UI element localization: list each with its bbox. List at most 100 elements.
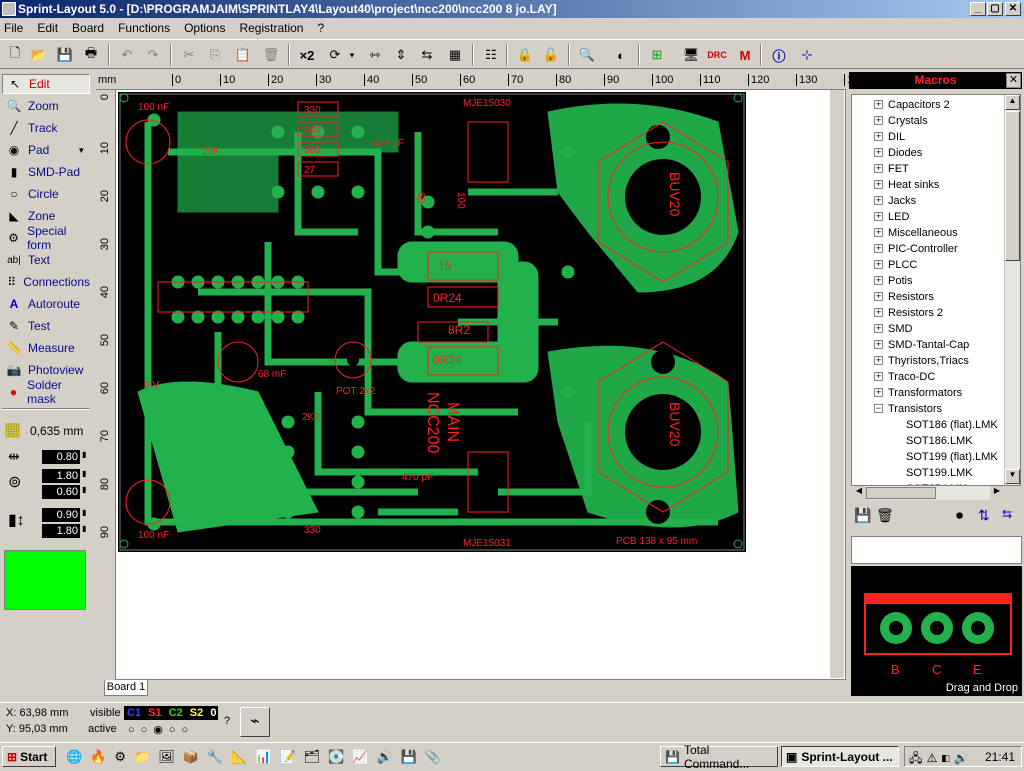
minimize-button[interactable]: _	[970, 2, 986, 16]
task-sprint-layout[interactable]: ▣ Sprint-Layout ...	[781, 746, 899, 767]
expand-icon[interactable]: +	[874, 260, 883, 269]
copy-icon[interactable]: ⎘	[204, 44, 226, 66]
tool-autoroute[interactable]: A Autoroute	[2, 294, 90, 314]
macro-folder[interactable]: + PIC-Controller	[852, 241, 1007, 257]
delete-icon[interactable]: 🗑	[260, 44, 282, 66]
tool-special-form[interactable]: ⚙ Special form	[2, 224, 90, 252]
open-folder-icon[interactable]: 📂	[28, 44, 50, 66]
menu-help[interactable]: ?	[317, 21, 324, 35]
expand-icon[interactable]: +	[874, 372, 883, 381]
macro-folder[interactable]: + Resistors	[852, 289, 1007, 305]
pad-inner-spin[interactable]: ▮	[82, 485, 86, 494]
macro-record-icon[interactable]: ⏺	[956, 507, 963, 524]
tool-solder-mask[interactable]: ● Solder mask	[2, 378, 90, 406]
macro-folder[interactable]: + Resistors 2	[852, 305, 1007, 321]
expand-icon[interactable]: +	[874, 212, 883, 221]
macro-file[interactable]: SOT199 (flat).LMK	[906, 449, 998, 465]
expand-icon[interactable]: +	[874, 228, 883, 237]
tool-connections[interactable]: ⠿ Connections	[2, 272, 90, 292]
grid-icon[interactable]: ▦	[4, 420, 24, 440]
start-button[interactable]: ⊞ Start	[2, 746, 56, 767]
macro-delete-icon[interactable]: 🗑	[876, 507, 894, 524]
autoroute-icon[interactable]: ⊞	[646, 44, 668, 66]
macro-save-icon[interactable]: 💾	[854, 507, 871, 524]
group-icon[interactable]: ▦	[444, 44, 466, 66]
menu-board[interactable]: Board	[72, 21, 104, 35]
tool-pad[interactable]: ◉ Pad ▼	[2, 140, 90, 160]
expand-icon[interactable]: +	[874, 388, 883, 397]
expand-icon[interactable]: +	[874, 324, 883, 333]
menu-file[interactable]: File	[4, 21, 23, 35]
properties-icon[interactable]: ☷	[480, 44, 502, 66]
scroll-thumb[interactable]	[1005, 111, 1020, 261]
smd-width-field[interactable]: 0.90	[42, 508, 80, 522]
expand-icon[interactable]: +	[874, 276, 883, 285]
expand-icon[interactable]: +	[874, 116, 883, 125]
macro-folder[interactable]: + Miscellaneous	[852, 225, 1007, 241]
expand-icon[interactable]: +	[874, 244, 883, 253]
track-width-field[interactable]: 0.80	[42, 450, 80, 464]
grid-value[interactable]: 0,635 mm	[30, 424, 83, 438]
macro-file[interactable]: SOT186.LMK	[906, 433, 973, 449]
smd-height-field[interactable]: 1.80	[42, 524, 80, 538]
expand-icon[interactable]: +	[874, 164, 883, 173]
contrast-icon[interactable]: ◐	[610, 44, 632, 66]
macro-tree-scrollbar[interactable]: ▲ ▼	[1004, 95, 1020, 485]
pad-dropdown-icon[interactable]: ▼	[77, 146, 85, 155]
macro-folder[interactable]: + Thyristors,Triacs	[852, 353, 1007, 369]
layer-s1[interactable]: S1	[148, 707, 161, 719]
undo-icon[interactable]: ↶	[116, 44, 138, 66]
save-icon[interactable]: 💾	[54, 44, 76, 66]
scroll-down-icon[interactable]: ▼	[1005, 469, 1020, 484]
layer-color-swatch[interactable]	[4, 550, 86, 610]
macro-folder[interactable]: + DIL	[852, 129, 1007, 145]
pcb-board[interactable]: 100 nF 330 680 560 27 470 pF MJE15030 BU…	[118, 92, 746, 552]
close-button[interactable]: ✕	[1005, 2, 1021, 16]
active-layer-radios[interactable]: ○○◉○○	[128, 723, 194, 736]
macro-tree-hscrollbar[interactable]: ◀ ▶	[852, 486, 1004, 500]
mirror-h-icon[interactable]: ⇿	[364, 44, 386, 66]
macro-tree[interactable]: + Capacitors 2 + Crystals + DIL + Diodes + FET + He…	[851, 94, 1021, 486]
paste-icon[interactable]: 📋	[232, 44, 254, 66]
expand-icon[interactable]: +	[874, 292, 883, 301]
macro-folder[interactable]: + Jacks	[852, 193, 1007, 209]
layer-c2[interactable]: C2	[169, 707, 183, 719]
layer-s2[interactable]: S2	[190, 707, 203, 719]
macro-folder[interactable]: − Transistors	[852, 401, 1007, 417]
expand-icon[interactable]: +	[874, 356, 883, 365]
macro-folder[interactable]: + SMD-Tantal-Cap	[852, 337, 1007, 353]
hscroll-thumb[interactable]	[866, 487, 936, 499]
zoom-icon[interactable]: 🔍	[576, 44, 598, 66]
macro-mirror-icon[interactable]: ⇅	[978, 507, 990, 524]
tool-text[interactable]: ab| Text	[2, 250, 90, 270]
macro-folder[interactable]: + Crystals	[852, 113, 1007, 129]
expand-icon[interactable]: +	[874, 148, 883, 157]
track-width-spin[interactable]: ▮	[82, 450, 86, 459]
tab-board-1[interactable]: Board 1	[104, 680, 148, 696]
macro-file[interactable]: SOT186 (flat).LMK	[906, 417, 998, 433]
smd-width-spin[interactable]: ▮	[82, 508, 86, 517]
macro-folder[interactable]: + Diodes	[852, 145, 1007, 161]
smd-height-spin[interactable]: ▮	[82, 524, 86, 533]
mirror-v-icon[interactable]: ⇕	[390, 44, 412, 66]
expand-icon[interactable]: +	[874, 308, 883, 317]
pad-outer-field[interactable]: 1.80	[42, 469, 80, 483]
menu-options[interactable]: Options	[184, 21, 225, 35]
duplicate-x2-icon[interactable]: ×2	[296, 44, 318, 66]
scroll-left-icon[interactable]: ◀	[852, 486, 866, 500]
menu-edit[interactable]: Edit	[37, 21, 58, 35]
task-total-commander[interactable]: 💾 Total Command...	[660, 743, 778, 771]
tool-zoom[interactable]: 🔍 Zoom	[2, 96, 90, 116]
probe-icon[interactable]: ⌁	[240, 707, 270, 737]
expand-icon[interactable]: +	[874, 180, 883, 189]
monitor-icon[interactable]: 🖥	[680, 44, 702, 66]
redo-icon[interactable]: ↷	[142, 44, 164, 66]
lock-icon[interactable]: 🔒	[514, 44, 536, 66]
expand-icon[interactable]: +	[874, 100, 883, 109]
macro-icon[interactable]: M	[734, 44, 756, 66]
macro-folder[interactable]: + Capacitors 2	[852, 97, 1007, 113]
macro-folder[interactable]: + SMD	[852, 321, 1007, 337]
tool-measure[interactable]: 📏 Measure	[2, 338, 90, 358]
macro-folder[interactable]: + FET	[852, 161, 1007, 177]
layer-c1[interactable]: C1	[127, 707, 141, 719]
